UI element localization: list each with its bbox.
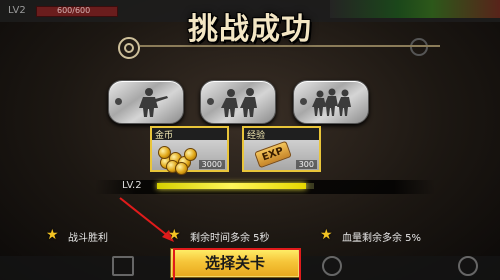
level-label: LV.2 [122,180,142,191]
reward-card-header: 金币 [152,128,227,141]
tag-hole [300,98,307,105]
level-progress-fill [157,183,307,189]
exp-badge: EXP [254,140,292,169]
crosshair-icon [118,37,140,59]
reward-card-exp: 经验 EXP 300 [242,126,321,172]
soldier-tag-2 [200,80,276,124]
objective-victory: 战斗胜利 [68,233,108,244]
hud-level: LV2 [8,5,26,16]
reward-card-header: 经验 [244,128,319,141]
objective-time: 剩余时间多余 5秒 [190,233,270,244]
victory-screen: LV2 600/600 挑战成功 金币 3000 经验 EXP 300 LV.2… [0,0,500,280]
soldier-silhouette-icon [139,88,168,117]
hud-hp-bar: 600/600 [36,6,118,17]
settings-icon [458,256,478,276]
reward-quantity: 300 [295,160,317,169]
squad-silhouette-icon [312,88,351,116]
exp-icon: EXP 300 [244,140,319,170]
skill-icon [322,256,342,276]
tag-hole [115,98,122,105]
reward-card-coins: 金币 3000 [150,126,229,175]
page-title: 挑战成功 [188,12,312,47]
hud-status-stripe [330,0,500,18]
coins-icon: 3000 [152,140,227,175]
star-icon: ★ [46,227,59,243]
button-highlight-frame [173,248,301,280]
clock-icon [410,38,428,56]
hud-hp-text: 600/600 [57,6,91,15]
star-icon: ★ [168,227,181,243]
soldier-tag-1 [108,80,184,124]
pause-icon [112,256,134,276]
tag-hole [207,98,214,105]
star-icon: ★ [320,227,333,243]
level-progress-bar [157,183,314,189]
soldiers-silhouette-icon [221,88,257,117]
reward-quantity: 3000 [198,160,225,169]
objective-health: 血量剩余多余 5% [342,233,422,244]
soldier-tag-3 [293,80,369,124]
